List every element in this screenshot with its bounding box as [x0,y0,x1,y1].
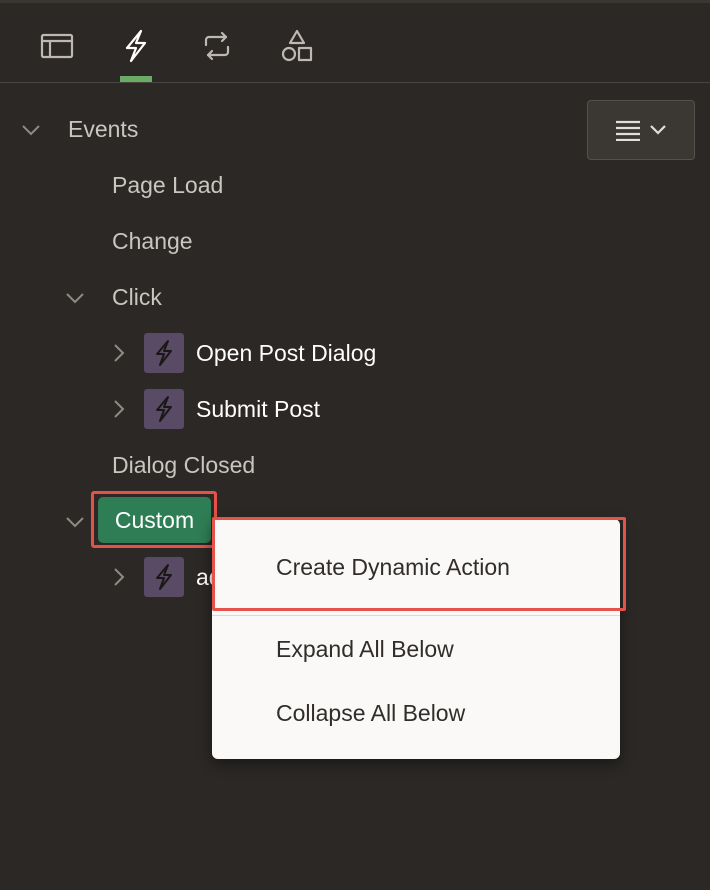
tree-menu-button[interactable] [587,100,695,160]
chevron-right-icon [114,344,125,362]
context-menu: Create Dynamic Action Expand All Below C… [212,519,620,759]
lightning-icon [125,29,147,63]
custom-collapse-chevron[interactable] [63,510,87,534]
tree-node-page-load[interactable]: Page Load [112,163,223,207]
menu-item-collapse-all-below[interactable]: Collapse All Below [212,685,620,741]
chevron-right-icon [114,568,125,586]
menu-item-label: Collapse All Below [276,699,466,726]
tree-label: Page Load [112,171,224,198]
open-post-dialog-expand-chevron[interactable] [107,341,131,365]
dynamic-action-icon [144,389,184,429]
lightning-icon [156,564,172,590]
layout-icon [40,33,74,59]
shapes-icon [281,29,313,62]
tree-node-open-post-dialog[interactable]: Open Post Dialog [196,331,376,375]
custom-child-expand-chevron[interactable] [107,565,131,589]
tree-node-dialog-closed[interactable]: Dialog Closed [112,443,255,487]
submit-post-expand-chevron[interactable] [107,397,131,421]
dynamic-action-icon [144,333,184,373]
refresh-icon [204,31,230,61]
click-collapse-chevron[interactable] [63,286,87,310]
tree-node-click[interactable]: Click [112,275,162,319]
tree-label: Custom [114,506,195,533]
chevron-right-icon [114,400,125,418]
active-tab-indicator [120,76,152,82]
tree-label: Events [68,115,139,142]
hamburger-icon [616,120,640,141]
chevron-down-icon [22,125,40,136]
menu-item-label: Expand All Below [276,635,454,662]
chevron-down-icon [66,293,84,304]
tree-label: Change [112,227,193,254]
menu-divider [212,615,620,616]
tab-shared-components[interactable] [275,24,319,68]
tree-node-submit-post[interactable]: Submit Post [196,387,320,431]
chevron-down-icon [650,125,666,135]
lightning-icon [156,396,172,422]
events-collapse-chevron[interactable] [19,118,43,142]
menu-item-expand-all-below[interactable]: Expand All Below [212,621,620,677]
tab-bar [0,0,710,83]
dynamic-action-icon [144,557,184,597]
tree-label: Open Post Dialog [196,339,377,366]
tab-layout[interactable] [35,24,79,68]
lightning-icon [156,340,172,366]
tab-processing[interactable] [195,24,239,68]
tab-dynamic-actions[interactable] [114,24,158,68]
tree-node-custom[interactable]: Custom [98,497,211,543]
menu-item-create-dynamic-action[interactable]: Create Dynamic Action [212,539,620,595]
tree-label: Click [112,283,162,310]
tree-node-events[interactable]: Events [68,107,138,151]
tree-label: Dialog Closed [112,451,256,478]
chevron-down-icon [66,517,84,528]
tree-label: Submit Post [196,395,320,422]
menu-item-label: Create Dynamic Action [276,553,510,580]
tree-node-change[interactable]: Change [112,219,193,263]
